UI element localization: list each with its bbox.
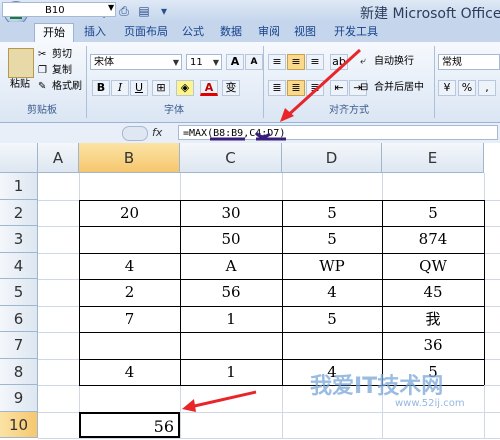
annotation-arrow: [189, 390, 257, 409]
underline-mark: [254, 131, 271, 139]
watermark-url: www.52ij.com: [395, 398, 465, 409]
annotation-layer: [182, 48, 362, 412]
watermark: 我爱IT技术网: [310, 374, 444, 399]
arrow-head: [182, 399, 196, 412]
gridline: [38, 438, 500, 439]
annotation-arrow: [283, 48, 362, 120]
